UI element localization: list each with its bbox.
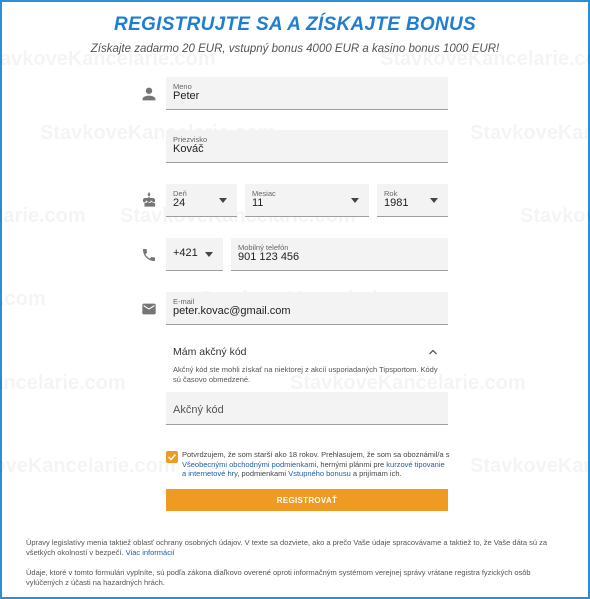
page-subtitle: Získajte zadarmo 20 EUR, vstupný bonus 4… bbox=[90, 43, 500, 55]
consent-text-1: Potvrdzujem, že som starší ako 18 rokov.… bbox=[182, 450, 450, 459]
promo-description: Akčný kód ste mohli získať na niektorej … bbox=[173, 365, 438, 384]
bonus-terms-link[interactable]: Vstupného bonusu bbox=[288, 469, 351, 478]
phone-icon bbox=[141, 247, 157, 263]
consent-text-4: a prijímam ich. bbox=[352, 469, 402, 478]
watermark: StavkoveKancelarie.com bbox=[470, 122, 590, 145]
cake-icon bbox=[141, 192, 157, 208]
mail-icon bbox=[141, 301, 157, 317]
last-name-field[interactable]: Priezvisko Kováč bbox=[166, 130, 448, 163]
email-value: peter.kovac@gmail.com bbox=[173, 305, 291, 317]
chevron-down-icon bbox=[219, 198, 227, 203]
consent-text: Potvrdzujem, že som starší ako 18 rokov.… bbox=[182, 450, 450, 479]
watermark: StavkoveKancelarie.com bbox=[470, 455, 590, 478]
day-value: 24 bbox=[173, 197, 186, 209]
watermark: StavkoveKancelarie.com bbox=[0, 372, 126, 395]
consent-text-2: , hernými plánmi pre bbox=[316, 459, 385, 469]
chevron-up-icon[interactable] bbox=[427, 345, 439, 357]
watermark: StavkoveKancelarie.com bbox=[0, 205, 86, 228]
phone-field[interactable]: Mobilný telefón 901 123 456 bbox=[231, 238, 448, 271]
promo-toggle[interactable]: Mám akčný kód bbox=[173, 346, 247, 358]
chevron-down-icon bbox=[205, 252, 213, 257]
first-name-field[interactable]: Meno Peter bbox=[166, 77, 448, 110]
terms-link[interactable]: Všeobecnými obchodnými podmienkami bbox=[182, 460, 316, 469]
promo-code-placeholder: Akčný kód bbox=[173, 404, 224, 416]
more-info-link[interactable]: Viac informácií bbox=[126, 548, 175, 557]
register-button[interactable]: REGISTROVAŤ bbox=[166, 489, 448, 511]
watermark: StavkoveKancelarie.com bbox=[520, 205, 590, 228]
check-icon bbox=[167, 453, 177, 461]
first-name-value: Peter bbox=[173, 90, 200, 102]
privacy-notice: Úpravy legislatívy menia taktiež oblasť … bbox=[26, 538, 566, 558]
day-select[interactable]: Deň 24 bbox=[166, 184, 237, 217]
privacy-notice-text: Úpravy legislatívy menia taktiež oblasť … bbox=[26, 538, 548, 557]
verification-notice: Údaje, ktoré v tomto formulári vyplníte,… bbox=[26, 568, 531, 587]
last-name-value: Kováč bbox=[173, 143, 204, 155]
chevron-down-icon bbox=[351, 198, 359, 203]
month-select[interactable]: Mesiac 11 bbox=[245, 184, 369, 217]
email-field[interactable]: E-mail peter.kovac@gmail.com bbox=[166, 292, 448, 325]
phone-value: 901 123 456 bbox=[238, 251, 300, 263]
phone-prefix-select[interactable]: +421 bbox=[166, 238, 223, 271]
month-value: 11 bbox=[252, 197, 264, 209]
chevron-down-icon bbox=[430, 198, 438, 203]
consent-checkbox[interactable] bbox=[166, 451, 178, 463]
page-title: REGISTRUJTE SA A ZÍSKAJTE BONUS bbox=[114, 14, 476, 35]
year-value: 1981 bbox=[384, 197, 409, 209]
consent-text-3: , podmienkami bbox=[237, 469, 287, 478]
watermark: StavkoveKancelarie.com bbox=[0, 455, 176, 478]
promo-code-input[interactable]: Akčný kód bbox=[166, 392, 448, 425]
year-select[interactable]: Rok 1981 bbox=[377, 184, 448, 217]
watermark: StavkoveKancelarie.com bbox=[0, 288, 46, 311]
phone-prefix-value: +421 bbox=[173, 247, 198, 259]
person-icon bbox=[141, 86, 157, 102]
